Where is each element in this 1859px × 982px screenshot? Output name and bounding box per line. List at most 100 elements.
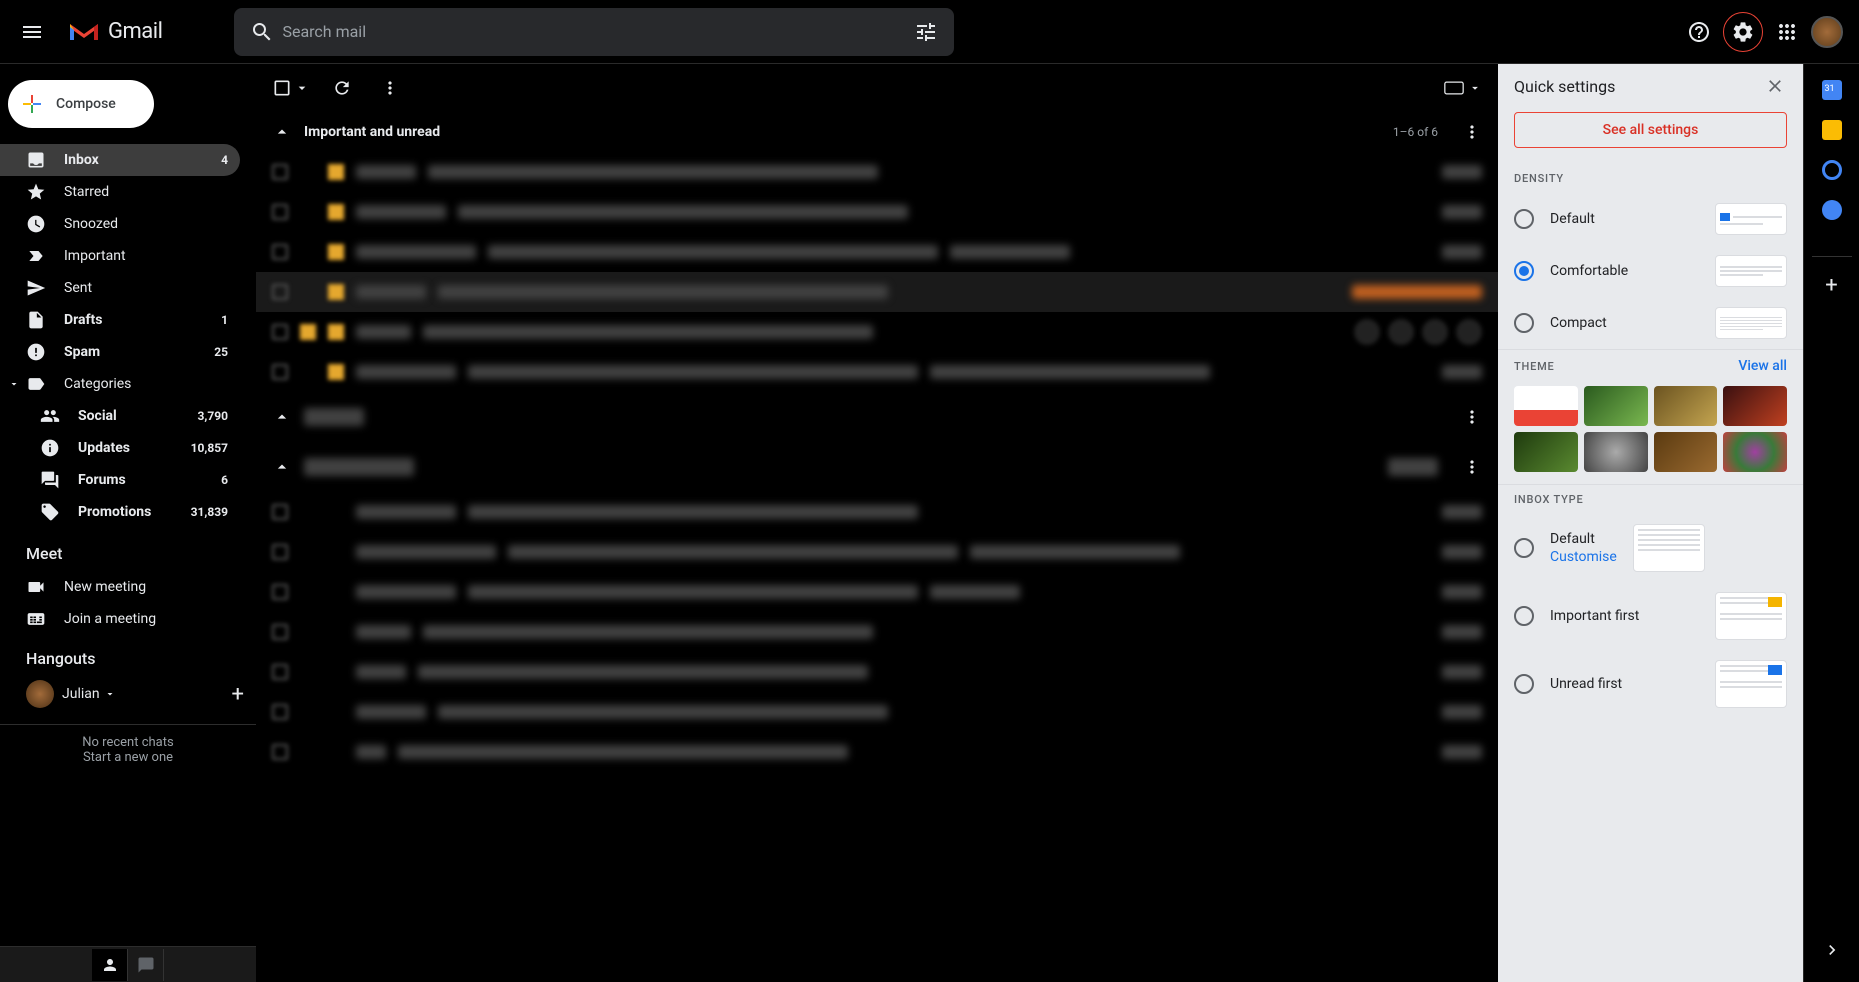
email-row[interactable] bbox=[256, 232, 1498, 272]
theme-thumbnail[interactable] bbox=[1654, 386, 1718, 426]
tune-icon bbox=[914, 20, 938, 44]
theme-thumbnail[interactable] bbox=[1654, 432, 1718, 472]
compose-button[interactable]: Compose bbox=[8, 80, 154, 128]
close-settings-button[interactable] bbox=[1763, 74, 1787, 98]
new-meeting-button[interactable]: New meeting bbox=[0, 571, 240, 603]
email-row[interactable] bbox=[256, 192, 1498, 232]
main-menu-button[interactable] bbox=[8, 8, 56, 56]
tasks-addon-button[interactable] bbox=[1822, 160, 1842, 180]
email-row[interactable] bbox=[256, 312, 1498, 352]
nav-count: 4 bbox=[221, 153, 228, 167]
keep-addon-button[interactable] bbox=[1822, 120, 1842, 140]
meet-section-header: Meet bbox=[0, 528, 256, 571]
inbox-unread-first-option[interactable]: Unread first bbox=[1498, 650, 1803, 718]
inbox-preview bbox=[1633, 524, 1705, 572]
nav-spam[interactable]: Spam 25 bbox=[0, 336, 240, 368]
new-chat-button[interactable]: + bbox=[232, 682, 244, 707]
nav-label: Inbox bbox=[64, 152, 221, 168]
email-row[interactable] bbox=[256, 352, 1498, 392]
density-compact-option[interactable]: Compact bbox=[1498, 297, 1803, 349]
join-meeting-button[interactable]: Join a meeting bbox=[0, 603, 240, 635]
search-bar[interactable] bbox=[234, 8, 954, 56]
no-chats-message: No recent chats Start a new one bbox=[0, 724, 256, 765]
search-input[interactable] bbox=[282, 22, 906, 41]
view-all-themes-button[interactable]: View all bbox=[1738, 358, 1787, 374]
hangouts-contacts-tab[interactable] bbox=[92, 949, 128, 981]
search-options-button[interactable] bbox=[906, 12, 946, 52]
nav-updates[interactable]: Updates 10,857 bbox=[0, 432, 240, 464]
section-count: 1–6 of 6 bbox=[1393, 125, 1438, 139]
nav-starred[interactable]: Starred bbox=[0, 176, 240, 208]
email-row[interactable] bbox=[256, 692, 1498, 732]
section-important-unread[interactable]: Important and unread 1–6 of 6 bbox=[256, 112, 1498, 152]
nav-label: Sent bbox=[64, 280, 228, 296]
email-row[interactable] bbox=[256, 492, 1498, 532]
nav-promotions[interactable]: Promotions 31,839 bbox=[0, 496, 240, 528]
section-starred[interactable] bbox=[256, 392, 1498, 442]
toolbar bbox=[256, 64, 1498, 112]
nav-sent[interactable]: Sent bbox=[0, 272, 240, 304]
hide-side-panel-button[interactable] bbox=[1820, 938, 1844, 962]
hangouts-user-row[interactable]: Julian + bbox=[0, 676, 256, 712]
density-comfortable-option[interactable]: Comfortable bbox=[1498, 245, 1803, 297]
theme-thumbnail[interactable] bbox=[1584, 386, 1648, 426]
refresh-button[interactable] bbox=[326, 72, 358, 104]
nav-label: Snoozed bbox=[64, 216, 228, 232]
hangouts-section-header: Hangouts bbox=[0, 635, 256, 676]
density-default-option[interactable]: Default bbox=[1498, 193, 1803, 245]
nav-categories[interactable]: Categories bbox=[0, 368, 240, 400]
chevron-icon bbox=[272, 457, 292, 477]
nav-social[interactable]: Social 3,790 bbox=[0, 400, 240, 432]
calendar-addon-button[interactable] bbox=[1822, 80, 1842, 100]
support-button[interactable] bbox=[1679, 12, 1719, 52]
hangouts-chat-tab[interactable] bbox=[128, 949, 164, 981]
gear-icon bbox=[1731, 20, 1755, 44]
inbox-important-first-option[interactable]: Important first bbox=[1498, 582, 1803, 650]
more-button[interactable] bbox=[374, 72, 406, 104]
theme-thumbnail[interactable] bbox=[1514, 386, 1578, 426]
inbox-default-option[interactable]: Default Customise bbox=[1498, 514, 1803, 582]
more-vert-icon[interactable] bbox=[1462, 122, 1482, 142]
section-title: Important and unread bbox=[304, 124, 440, 140]
theme-thumbnail[interactable] bbox=[1723, 386, 1787, 426]
chevron-up-icon bbox=[272, 122, 292, 142]
email-row[interactable] bbox=[256, 572, 1498, 612]
email-row[interactable] bbox=[256, 272, 1498, 312]
select-all-checkbox[interactable] bbox=[272, 78, 310, 98]
nav-label: Updates bbox=[78, 440, 191, 456]
keyboard-icon bbox=[26, 609, 46, 629]
see-all-settings-button[interactable]: See all settings bbox=[1514, 112, 1787, 148]
email-row[interactable] bbox=[256, 152, 1498, 192]
sidebar-footer bbox=[0, 946, 256, 982]
nav-label: Starred bbox=[64, 184, 228, 200]
more-vert-icon[interactable] bbox=[1462, 407, 1482, 427]
gmail-logo[interactable]: Gmail bbox=[56, 19, 174, 44]
theme-thumbnail[interactable] bbox=[1723, 432, 1787, 472]
account-avatar[interactable] bbox=[1811, 16, 1843, 48]
section-everything-else[interactable] bbox=[256, 442, 1498, 492]
nav-drafts[interactable]: Drafts 1 bbox=[0, 304, 240, 336]
forum-icon bbox=[40, 470, 60, 490]
customise-link[interactable]: Customise bbox=[1550, 549, 1617, 565]
settings-button[interactable] bbox=[1723, 12, 1763, 52]
radio-icon bbox=[1514, 674, 1534, 694]
nav-forums[interactable]: Forums 6 bbox=[0, 464, 240, 496]
more-vert-icon[interactable] bbox=[1462, 457, 1482, 477]
get-addons-button[interactable]: + bbox=[1812, 256, 1852, 298]
theme-grid bbox=[1498, 382, 1803, 484]
search-button[interactable] bbox=[242, 12, 282, 52]
contacts-addon-button[interactable] bbox=[1822, 200, 1842, 220]
nav-snoozed[interactable]: Snoozed bbox=[0, 208, 240, 240]
email-row[interactable] bbox=[256, 612, 1498, 652]
theme-thumbnail[interactable] bbox=[1514, 432, 1578, 472]
option-label: Comfortable bbox=[1550, 263, 1699, 279]
nav-inbox[interactable]: Inbox 4 bbox=[0, 144, 240, 176]
email-row[interactable] bbox=[256, 652, 1498, 692]
input-tools-button[interactable] bbox=[1444, 81, 1482, 95]
email-row[interactable] bbox=[256, 732, 1498, 772]
theme-thumbnail[interactable] bbox=[1584, 432, 1648, 472]
nav-count: 6 bbox=[221, 473, 228, 487]
google-apps-button[interactable] bbox=[1767, 12, 1807, 52]
email-row[interactable] bbox=[256, 532, 1498, 572]
nav-important[interactable]: Important bbox=[0, 240, 240, 272]
